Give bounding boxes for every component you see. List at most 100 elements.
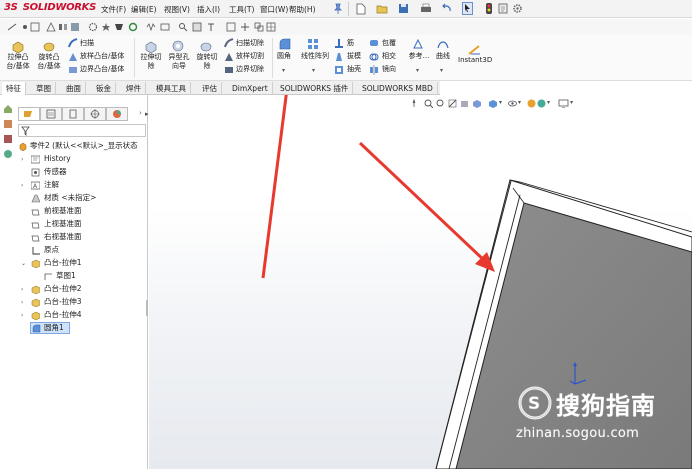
sketch-rect-icon[interactable] — [192, 22, 202, 32]
intersect-icon[interactable] — [369, 52, 379, 62]
tree-item-front-plane[interactable]: 前视基准面 — [44, 206, 82, 216]
appearance-icon[interactable] — [3, 149, 13, 159]
hole-wizard-icon[interactable] — [171, 39, 185, 53]
tree-item-boss-extrude4[interactable]: 凸台-拉伸4 — [44, 310, 81, 320]
wrap-icon[interactable] — [369, 38, 379, 48]
library-icon[interactable] — [3, 119, 13, 129]
print-icon[interactable] — [420, 3, 432, 14]
boundary-cut-icon[interactable] — [224, 65, 234, 75]
sketch-offset-icon[interactable] — [160, 22, 170, 32]
sketch-circle-icon[interactable] — [128, 22, 138, 32]
revolve-boss-button[interactable]: 旋转凸 台/基体 — [33, 53, 65, 71]
wrap-button[interactable]: 包覆 — [382, 39, 396, 48]
swept-cut-icon[interactable] — [224, 38, 234, 48]
tab-display-manager[interactable] — [106, 107, 128, 121]
tab-property-manager[interactable] — [40, 107, 62, 121]
collapse-chevron-icon[interactable]: ⌄ — [21, 260, 26, 267]
swept-cut-button[interactable]: 扫描切除 — [236, 39, 264, 48]
menu-file[interactable]: 文件(F) — [101, 4, 126, 15]
boundary-boss-icon[interactable] — [68, 65, 78, 75]
explorer-icon[interactable] — [3, 134, 13, 144]
fillet-button[interactable]: 圆角 — [274, 52, 294, 61]
mirror-button[interactable]: 镜向 — [382, 65, 396, 74]
linear-pattern-icon[interactable] — [307, 38, 319, 50]
tab-sketch[interactable]: 草图 — [32, 82, 56, 95]
loft-icon[interactable] — [68, 52, 78, 62]
draft-button[interactable]: 拔模 — [347, 52, 361, 61]
panel-collapse-arrow-icon[interactable]: ▸ — [145, 110, 149, 118]
options-gear-icon[interactable] — [512, 3, 523, 14]
revolve-cut-button[interactable]: 旋转切 除 — [192, 53, 222, 71]
extrude-cut-icon[interactable] — [144, 39, 158, 53]
sketch-grid-icon[interactable] — [30, 22, 40, 32]
curves-icon[interactable] — [437, 38, 449, 50]
tab-sheet-metal[interactable]: 钣金 — [92, 82, 116, 95]
sketch-gear-icon[interactable] — [88, 22, 98, 32]
reference-dropdown-chevron-icon[interactable]: ▾ — [416, 67, 419, 74]
undo-icon[interactable] — [441, 3, 453, 14]
open-folder-icon[interactable] — [376, 3, 388, 15]
tab-dimxpert[interactable]: DimXpert — [228, 82, 273, 95]
boundary-cut-button[interactable]: 边界切除 — [236, 65, 264, 74]
tab-weldments[interactable]: 焊件 — [122, 82, 146, 95]
tab-solidworks-addins[interactable]: SOLIDWORKS 插件 — [276, 82, 354, 95]
expand-chevron-icon[interactable]: › — [21, 299, 23, 306]
menu-tools[interactable]: 工具(T) — [229, 4, 254, 15]
tree-item-top-plane[interactable]: 上视基准面 — [44, 219, 82, 229]
shell-button[interactable]: 抽壳 — [347, 65, 361, 74]
tree-item-boss-extrude1[interactable]: 凸台-拉伸1 — [44, 258, 81, 268]
curves-dropdown-chevron-icon[interactable]: ▾ — [440, 67, 443, 74]
sketch-move-icon[interactable] — [240, 22, 250, 32]
expand-chevron-icon[interactable]: › — [21, 286, 23, 293]
sketch-box-icon[interactable] — [226, 22, 236, 32]
sketch-line-icon[interactable] — [7, 22, 17, 32]
tree-item-boss-extrude3[interactable]: 凸台-拉伸3 — [44, 297, 81, 307]
menu-view[interactable]: 视图(V) — [164, 4, 190, 15]
new-document-icon[interactable] — [356, 3, 366, 15]
loft-button[interactable]: 放样凸台/基体 — [80, 52, 124, 61]
tree-item-material[interactable]: 材质 <未指定> — [44, 193, 96, 203]
tab-mold-tools[interactable]: 模具工具 — [152, 82, 191, 95]
select-tool-button[interactable] — [462, 2, 473, 15]
boundary-boss-button[interactable]: 边界凸台/基体 — [80, 65, 124, 74]
tab-evaluate[interactable]: 评估 — [198, 82, 222, 95]
tab-configuration-manager[interactable] — [62, 107, 84, 121]
curves-button[interactable]: 曲线 — [432, 52, 454, 61]
rib-icon[interactable] — [334, 38, 344, 48]
panel-splitter[interactable] — [146, 300, 148, 316]
menu-edit[interactable]: 编辑(E) — [131, 4, 157, 15]
menu-help[interactable]: 帮助(H) — [289, 4, 316, 15]
panel-tabs-expand-chevron-icon[interactable]: › — [139, 109, 142, 117]
fillet-icon[interactable] — [279, 38, 291, 50]
draft-icon[interactable] — [334, 52, 344, 62]
rib-button[interactable]: 筋 — [347, 39, 354, 48]
sketch-wave-icon[interactable] — [146, 22, 156, 32]
tab-surfaces[interactable]: 曲面 — [62, 82, 86, 95]
sketch-copy-icon[interactable] — [254, 22, 264, 32]
extrude-boss-icon[interactable] — [11, 39, 25, 53]
tree-root-part[interactable]: 零件2 (默认<<默认>_显示状态 — [30, 141, 148, 151]
linear-pattern-button[interactable]: 线性阵列 — [296, 52, 334, 61]
tree-item-sketch1[interactable]: 草图1 — [56, 271, 76, 281]
file-properties-icon[interactable] — [498, 3, 509, 14]
pattern-dropdown-chevron-icon[interactable]: ▾ — [312, 67, 315, 74]
fillet-dropdown-chevron-icon[interactable]: ▾ — [282, 67, 285, 74]
sketch-mirror-icon[interactable] — [58, 22, 68, 32]
pin-icon[interactable] — [333, 3, 343, 15]
extrude-boss-button[interactable]: 拉伸凸 台/基体 — [3, 53, 33, 71]
sketch-star-icon[interactable] — [101, 22, 111, 32]
save-icon[interactable] — [398, 3, 409, 14]
intersect-button[interactable]: 相交 — [382, 52, 396, 61]
menu-insert[interactable]: 插入(I) — [197, 4, 220, 15]
reference-geometry-button[interactable]: 参考... — [405, 52, 433, 61]
home-icon[interactable] — [3, 104, 13, 114]
expand-chevron-icon[interactable]: › — [21, 156, 23, 163]
expand-chevron-icon[interactable]: › — [21, 182, 23, 189]
tree-item-fillet1-selected[interactable]: 圆角1 — [30, 322, 70, 334]
shell-icon[interactable] — [334, 65, 344, 75]
tree-item-sensors[interactable]: 传感器 — [44, 167, 67, 177]
sweep-button[interactable]: 扫描 — [80, 39, 94, 48]
reference-geometry-icon[interactable] — [412, 38, 424, 50]
tree-item-right-plane[interactable]: 右视基准面 — [44, 232, 82, 242]
lofted-cut-icon[interactable] — [224, 52, 234, 62]
